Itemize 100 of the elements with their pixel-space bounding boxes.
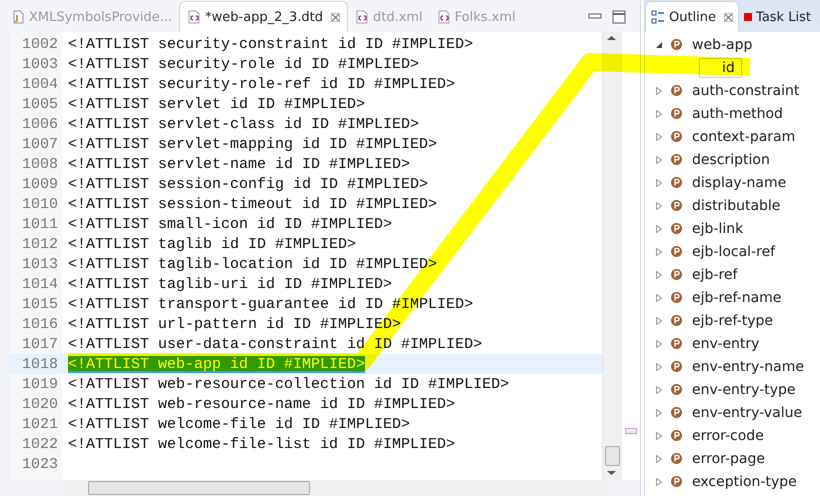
expand-icon[interactable] bbox=[655, 270, 663, 278]
expand-icon[interactable] bbox=[655, 386, 663, 394]
tree-item[interactable]: ejb-ref-type bbox=[690, 312, 775, 330]
expand-icon[interactable] bbox=[655, 408, 663, 416]
tree-item[interactable]: ejb-link bbox=[690, 220, 746, 238]
line-number: 1010 bbox=[20, 196, 59, 212]
tree-item[interactable]: ejb-local-ref bbox=[690, 242, 778, 260]
code-line: <!ATTLIST servlet-name id ID #IMPLIED> bbox=[68, 156, 410, 172]
expand-icon[interactable] bbox=[655, 202, 663, 210]
code-line: <!ATTLIST security-role-ref id ID #IMPLIED> bbox=[68, 76, 456, 92]
minimize-icon[interactable] bbox=[588, 13, 602, 21]
code-line: <!ATTLIST servlet-class id ID #IMPLIED> bbox=[68, 116, 420, 132]
tree-item[interactable]: env-entry-value bbox=[690, 404, 804, 422]
expand-icon[interactable] bbox=[655, 110, 663, 118]
tree-item[interactable]: exception-type bbox=[690, 472, 799, 490]
tree-item[interactable]: context-param bbox=[690, 128, 798, 146]
line-number: 1012 bbox=[20, 236, 59, 252]
element-icon bbox=[671, 338, 682, 349]
code-line: <!ATTLIST web-resource-collection id ID #IMPLIED> bbox=[68, 376, 510, 392]
element-icon bbox=[671, 177, 682, 188]
element-icon bbox=[671, 85, 682, 96]
code-line: <!ATTLIST welcome-file id ID #IMPLIED> bbox=[68, 416, 410, 432]
expand-icon[interactable] bbox=[655, 178, 663, 186]
expand-icon[interactable] bbox=[655, 156, 663, 164]
element-icon bbox=[671, 384, 682, 395]
element-icon bbox=[671, 430, 682, 441]
tree-item[interactable]: ejb-ref bbox=[690, 266, 740, 284]
tree-item[interactable]: ejb-ref-name bbox=[690, 288, 784, 306]
expand-icon[interactable] bbox=[655, 478, 663, 486]
tree-item[interactable]: auth-constraint bbox=[690, 82, 802, 100]
element-icon bbox=[671, 246, 682, 257]
expand-icon[interactable] bbox=[655, 362, 663, 370]
tab[interactable]: *web-app_2_3.dtd bbox=[179, 1, 348, 32]
element-icon bbox=[671, 476, 682, 487]
line-number: 1018 bbox=[20, 356, 59, 372]
tree-item[interactable]: description bbox=[690, 150, 772, 168]
line-number: 1011 bbox=[20, 216, 59, 232]
line-number: 1009 bbox=[20, 176, 59, 192]
element-icon bbox=[671, 361, 682, 372]
element-icon bbox=[671, 131, 682, 142]
element-icon bbox=[671, 292, 682, 303]
expand-icon[interactable] bbox=[655, 340, 663, 348]
line-number: 1021 bbox=[20, 416, 59, 432]
braces-file-icon bbox=[436, 10, 451, 24]
close-icon[interactable] bbox=[330, 12, 340, 22]
line-number: 1022 bbox=[20, 436, 59, 452]
tree-item[interactable]: web-app bbox=[690, 36, 754, 54]
line-number: 1002 bbox=[20, 36, 59, 52]
element-icon bbox=[671, 108, 682, 119]
outline-icon bbox=[651, 10, 665, 24]
line-number: 1006 bbox=[20, 116, 59, 132]
code-line: <!ATTLIST small-icon id ID #IMPLIED> bbox=[68, 216, 392, 232]
scrollbar-thumb[interactable] bbox=[605, 446, 620, 466]
element-icon bbox=[671, 154, 682, 165]
horizontal-scrollbar[interactable] bbox=[66, 480, 602, 496]
expand-icon[interactable] bbox=[655, 132, 663, 140]
tab[interactable]: Outline bbox=[645, 1, 740, 32]
code-line: <!ATTLIST taglib id ID #IMPLIED> bbox=[68, 236, 356, 252]
tree-item[interactable]: distributable bbox=[690, 196, 782, 214]
tree-item[interactable]: error-code bbox=[690, 426, 766, 444]
expand-icon[interactable] bbox=[655, 224, 663, 232]
braces-file-icon bbox=[187, 10, 202, 24]
line-number: 1003 bbox=[20, 56, 59, 72]
tree-item[interactable]: env-entry-name bbox=[690, 358, 806, 376]
square-icon bbox=[744, 13, 752, 21]
line-number: 1016 bbox=[20, 316, 59, 332]
expand-icon[interactable] bbox=[655, 248, 663, 256]
line-number: 1019 bbox=[20, 376, 59, 392]
tree-item[interactable]: error-page bbox=[690, 450, 768, 468]
code-line: <!ATTLIST servlet id ID #IMPLIED> bbox=[68, 96, 366, 112]
tree-item[interactable]: auth-method bbox=[690, 104, 785, 122]
expand-icon[interactable] bbox=[655, 294, 663, 302]
line-number: 1020 bbox=[20, 396, 59, 412]
close-icon[interactable] bbox=[724, 12, 734, 22]
collapse-icon[interactable] bbox=[655, 40, 663, 48]
code-line: <!ATTLIST welcome-file-list id ID #IMPLIED> bbox=[68, 436, 456, 452]
expand-icon[interactable] bbox=[655, 432, 663, 440]
tab[interactable]: Task List bbox=[739, 2, 816, 32]
expand-icon[interactable] bbox=[655, 454, 663, 462]
code-line: <!ATTLIST servlet-mapping id ID #IMPLIED> bbox=[68, 136, 438, 152]
line-number: 1008 bbox=[20, 156, 59, 172]
maximize-icon[interactable] bbox=[612, 10, 626, 24]
overview-marker[interactable] bbox=[625, 428, 637, 434]
element-icon bbox=[671, 315, 682, 326]
line-number: 1015 bbox=[20, 296, 59, 312]
code-line: <!ATTLIST session-timeout id ID #IMPLIED> bbox=[68, 196, 438, 212]
vertical-scrollbar[interactable] bbox=[602, 32, 622, 480]
line-number: 1023 bbox=[20, 456, 59, 472]
line-number: 1007 bbox=[20, 136, 59, 152]
braces-file-icon bbox=[354, 10, 369, 24]
expand-icon[interactable] bbox=[655, 316, 663, 324]
tree-item[interactable]: display-name bbox=[690, 174, 788, 192]
element-icon bbox=[671, 200, 682, 211]
element-icon bbox=[671, 223, 682, 234]
line-number: 1017 bbox=[20, 336, 59, 352]
file-icon bbox=[11, 10, 25, 24]
tree-item[interactable]: env-entry-type bbox=[690, 380, 798, 398]
line-number: 1014 bbox=[20, 276, 59, 292]
expand-icon[interactable] bbox=[655, 86, 663, 94]
tree-item[interactable]: env-entry bbox=[690, 334, 762, 352]
